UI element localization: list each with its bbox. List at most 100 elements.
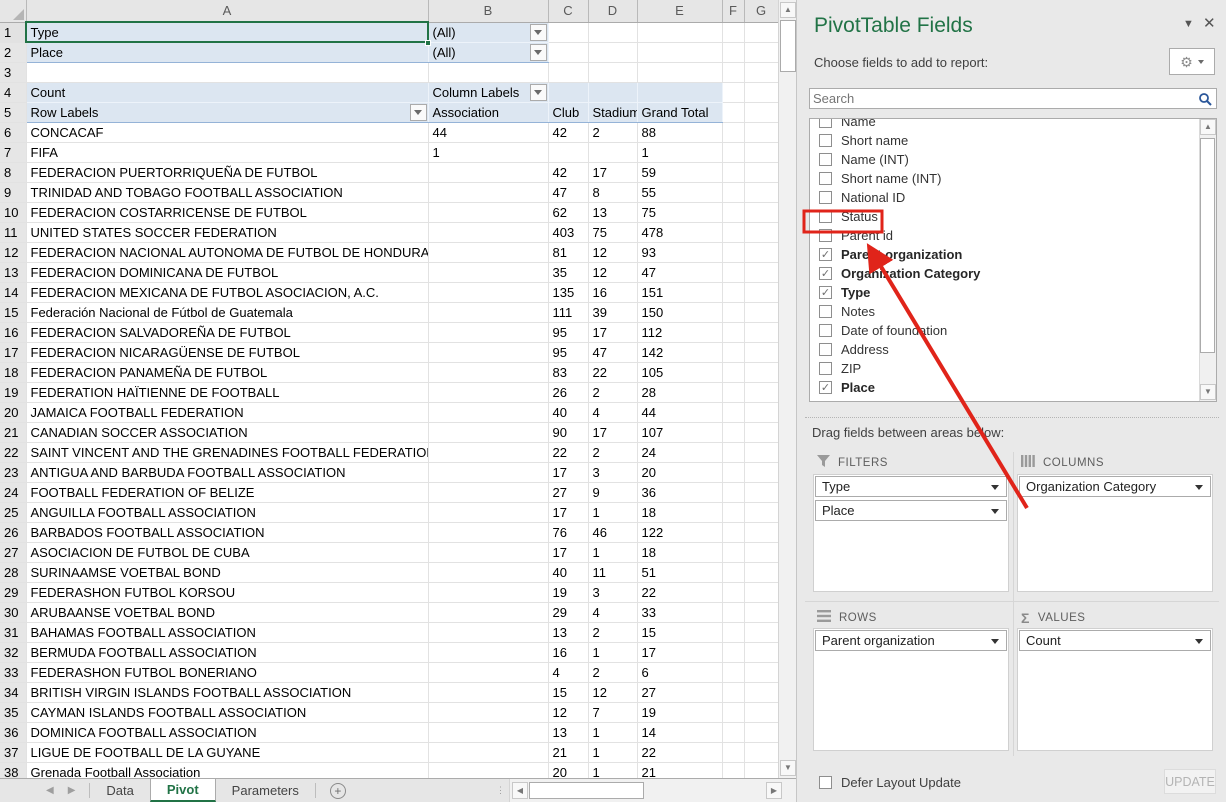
search-input[interactable] — [813, 90, 1183, 107]
cell-row-label[interactable]: BRITISH VIRGIN ISLANDS FOOTBALL ASSOCIAT… — [26, 682, 428, 702]
scroll-right-arrow-icon[interactable]: ▶ — [766, 782, 782, 799]
cell-row-label[interactable]: ARUBAANSE VOETBAL BOND — [26, 602, 428, 622]
row-header[interactable]: 17 — [0, 342, 26, 362]
scroll-left-arrow-icon[interactable]: ◀ — [512, 782, 528, 799]
grid-vertical-scrollbar[interactable]: ▲ ▼ — [778, 0, 796, 778]
cell-row-label[interactable]: DOMINICA FOOTBALL ASSOCIATION — [26, 722, 428, 742]
cell-grand-total[interactable]: 15 — [637, 622, 722, 642]
cell-stadium-count[interactable]: 2 — [588, 662, 637, 682]
cell-grand-total[interactable]: 36 — [637, 482, 722, 502]
row-header[interactable]: 26 — [0, 522, 26, 542]
sheet-tab[interactable]: Parameters — [216, 779, 315, 802]
field-checkbox-item[interactable]: Short name (INT) — [810, 169, 1195, 188]
cell-row-label[interactable]: Federación Nacional de Fútbol de Guatema… — [26, 302, 428, 322]
row-header[interactable]: 20 — [0, 402, 26, 422]
cell-club-count[interactable]: 76 — [548, 522, 588, 542]
row-header[interactable]: 8 — [0, 162, 26, 182]
column-header-f[interactable]: F — [722, 0, 744, 22]
cell-grand-total[interactable]: 55 — [637, 182, 722, 202]
field-checkbox[interactable] — [819, 362, 832, 375]
cell-club-header[interactable]: Club — [548, 102, 588, 122]
cell-association-header[interactable]: Association — [428, 102, 548, 122]
row-header[interactable]: 15 — [0, 302, 26, 322]
rows-field-pill[interactable]: Parent organization — [815, 630, 1007, 651]
cell-grand-total[interactable]: 18 — [637, 502, 722, 522]
row-header[interactable]: 11 — [0, 222, 26, 242]
cell-association-count[interactable] — [428, 682, 548, 702]
cell-stadium-count[interactable]: 22 — [588, 362, 637, 382]
filters-field-pill[interactable]: Place — [815, 500, 1007, 521]
field-checkbox[interactable] — [819, 191, 832, 204]
cell-club-count[interactable]: 13 — [548, 722, 588, 742]
field-checkbox-item[interactable]: Name (INT) — [810, 150, 1195, 169]
rows-area-box[interactable]: Parent organization — [813, 628, 1009, 751]
row-header[interactable]: 18 — [0, 362, 26, 382]
cell-stadium-count[interactable]: 46 — [588, 522, 637, 542]
row-header[interactable]: 19 — [0, 382, 26, 402]
cell-association-count[interactable] — [428, 502, 548, 522]
field-checkbox-item[interactable]: Date of foundation — [810, 321, 1195, 340]
column-header-c[interactable]: C — [548, 0, 588, 22]
row-header[interactable]: 9 — [0, 182, 26, 202]
tab-resize-handle[interactable]: ⋮ — [492, 779, 509, 802]
column-header-e[interactable]: E — [637, 0, 722, 22]
field-checkbox[interactable] — [819, 305, 832, 318]
cell-association-count[interactable] — [428, 762, 548, 778]
column-header-a[interactable]: A — [26, 0, 428, 22]
field-checkbox[interactable] — [819, 229, 832, 242]
cell-row-label[interactable]: FIFA — [26, 142, 428, 162]
cell-row-label[interactable]: FEDERASHON FUTBOL KORSOU — [26, 582, 428, 602]
cell-row-labels[interactable]: Row Labels — [26, 102, 428, 122]
cell-club-count[interactable]: 13 — [548, 622, 588, 642]
cell-club-count[interactable]: 21 — [548, 742, 588, 762]
cell-row-label[interactable]: FEDERACION PUERTORRIQUEÑA DE FUTBOL — [26, 162, 428, 182]
row-header[interactable]: 23 — [0, 462, 26, 482]
row-header[interactable]: 35 — [0, 702, 26, 722]
cell-row-label[interactable]: CANADIAN SOCCER ASSOCIATION — [26, 422, 428, 442]
row-header[interactable]: 36 — [0, 722, 26, 742]
cell-club-count[interactable]: 111 — [548, 302, 588, 322]
field-checkbox[interactable] — [819, 134, 832, 147]
filters-area-box[interactable]: TypePlace — [813, 474, 1009, 592]
cell-row-label[interactable]: JAMAICA FOOTBALL FEDERATION — [26, 402, 428, 422]
cell-row-label[interactable]: FEDERACION NACIONAL AUTONOMA DE FUTBOL D… — [26, 242, 428, 262]
field-checkbox[interactable] — [819, 381, 832, 394]
cell-grand-total[interactable]: 478 — [637, 222, 722, 242]
cell-row-label[interactable]: FEDERATION HAÏTIENNE DE FOOTBALL — [26, 382, 428, 402]
values-area-box[interactable]: Count — [1017, 628, 1213, 751]
cell-stadium-count[interactable]: 8 — [588, 182, 637, 202]
cell-row-label[interactable]: FEDERACION COSTARRICENSE DE FUTBOL — [26, 202, 428, 222]
pane-options-chevron-icon[interactable]: ▼ — [1183, 18, 1194, 30]
cell-grand-total[interactable]: 105 — [637, 362, 722, 382]
cell-association-count[interactable] — [428, 202, 548, 222]
field-checkbox-item[interactable]: National ID — [810, 188, 1195, 207]
cell-stadium-count[interactable]: 16 — [588, 282, 637, 302]
cell-row-label[interactable]: CONCACAF — [26, 122, 428, 142]
cell-row-label[interactable]: LIGUE DE FOOTBALL DE LA GUYANE — [26, 742, 428, 762]
update-button[interactable]: UPDATE — [1164, 769, 1216, 794]
cell-stadium-count[interactable]: 12 — [588, 242, 637, 262]
defer-checkbox[interactable] — [819, 776, 832, 789]
cell-club-count[interactable]: 20 — [548, 762, 588, 778]
cell-row-label[interactable]: SURINAAMSE VOETBAL BOND — [26, 562, 428, 582]
cell-row-label[interactable]: FEDERASHON FUTBOL BONERIANO — [26, 662, 428, 682]
cell-club-count[interactable]: 16 — [548, 642, 588, 662]
cell-association-count[interactable] — [428, 242, 548, 262]
cell-grand-total[interactable]: 19 — [637, 702, 722, 722]
cell-association-count[interactable] — [428, 302, 548, 322]
cell-grand-total-header[interactable]: Grand Total — [637, 102, 722, 122]
cell-stadium-count[interactable]: 1 — [588, 742, 637, 762]
cell-club-count[interactable]: 47 — [548, 182, 588, 202]
grid-horizontal-scrollbar[interactable]: ◀ ▶ — [509, 779, 796, 802]
cell-club-count[interactable]: 35 — [548, 262, 588, 282]
cell-club-count[interactable]: 17 — [548, 502, 588, 522]
field-checkbox-item[interactable]: Status — [810, 207, 1195, 226]
cell-stadium-count[interactable]: 2 — [588, 622, 637, 642]
cell-club-count[interactable]: 135 — [548, 282, 588, 302]
field-checkbox[interactable] — [819, 153, 832, 166]
row-header[interactable]: 14 — [0, 282, 26, 302]
field-checkbox[interactable] — [819, 324, 832, 337]
cell-association-count[interactable] — [428, 222, 548, 242]
scroll-down-arrow-icon[interactable]: ▼ — [780, 760, 796, 776]
cell-stadium-count[interactable]: 12 — [588, 682, 637, 702]
